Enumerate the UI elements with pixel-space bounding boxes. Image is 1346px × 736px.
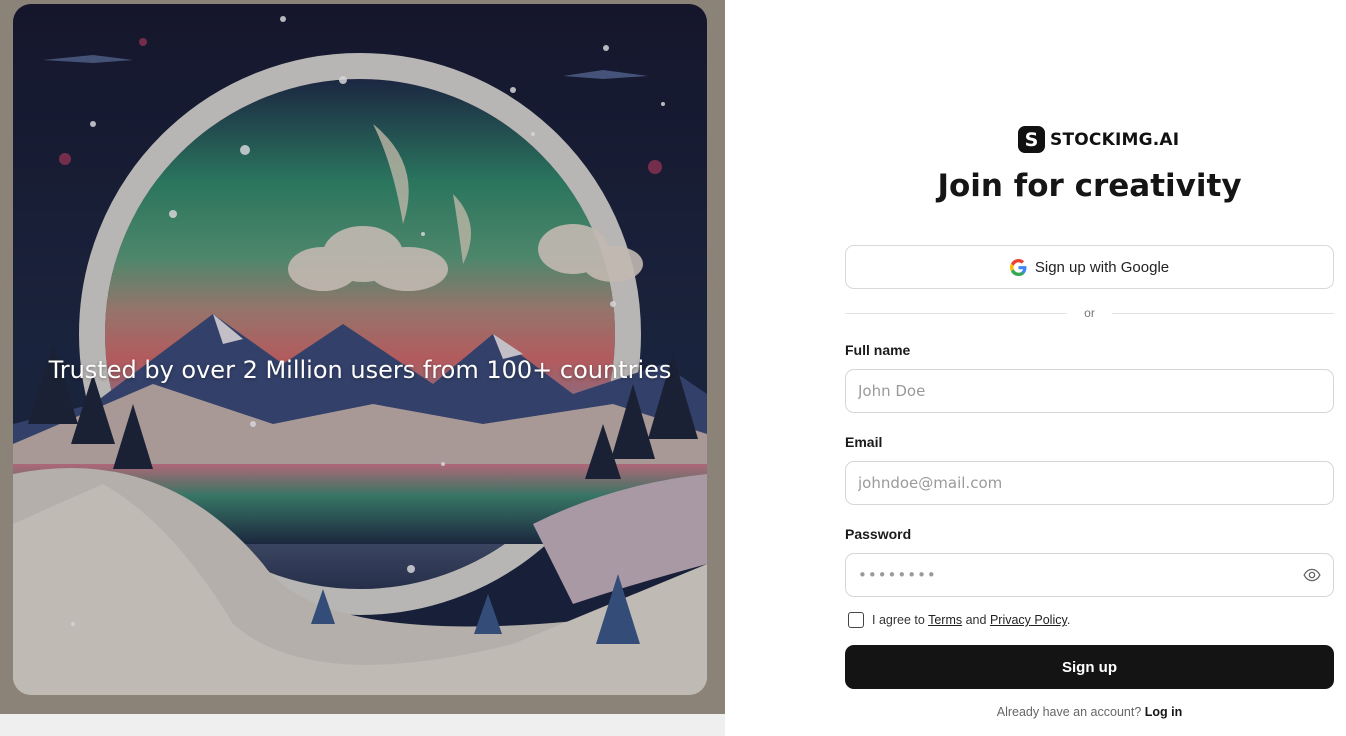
image-overlay [13,4,707,695]
email-input[interactable] [845,461,1334,505]
brand-logo-icon: S [1018,126,1045,153]
hero-tagline: Trusted by over 2 Million users from 100… [48,356,672,384]
login-prompt-text: Already have an account? [996,705,1142,719]
eye-icon[interactable] [1302,566,1322,584]
email-label: Email [845,434,883,450]
hero-illustration: Trusted by over 2 Million users from 100… [13,4,707,695]
terms-agreement: I agree to Terms and Privacy Policy. [848,612,1070,628]
brand-name: STOCKIMG.AI [1050,129,1180,150]
signup-panel: S STOCKIMG.AI Join for creativity Sign u… [725,0,1346,736]
left-panel: Trusted by over 2 Million users from 100… [0,0,725,736]
google-icon [1009,258,1027,276]
google-signup-button[interactable]: Sign up with Google [845,245,1334,289]
signup-button[interactable]: Sign up [845,645,1334,689]
agree-and: and [965,613,987,627]
password-input[interactable] [845,553,1334,597]
brand[interactable]: S STOCKIMG.AI [1018,126,1179,153]
login-link[interactable]: Log in [1145,705,1183,719]
login-prompt: Already have an account? Log in [845,705,1334,719]
google-signup-label: Sign up with Google [1034,258,1170,276]
terms-checkbox[interactable] [848,612,864,628]
full-name-input[interactable] [845,369,1334,413]
agree-suffix: . [1066,613,1071,627]
page-title: Join for creativity [937,168,1242,204]
agree-prefix: I agree to [872,613,925,627]
terms-link[interactable]: Terms [928,613,962,627]
or-divider: or [845,303,1334,323]
full-name-label: Full name [845,342,911,358]
hero-frame: Trusted by over 2 Million users from 100… [0,0,725,714]
divider-line [1112,313,1334,314]
privacy-policy-link[interactable]: Privacy Policy [990,613,1067,627]
password-label: Password [845,526,912,542]
